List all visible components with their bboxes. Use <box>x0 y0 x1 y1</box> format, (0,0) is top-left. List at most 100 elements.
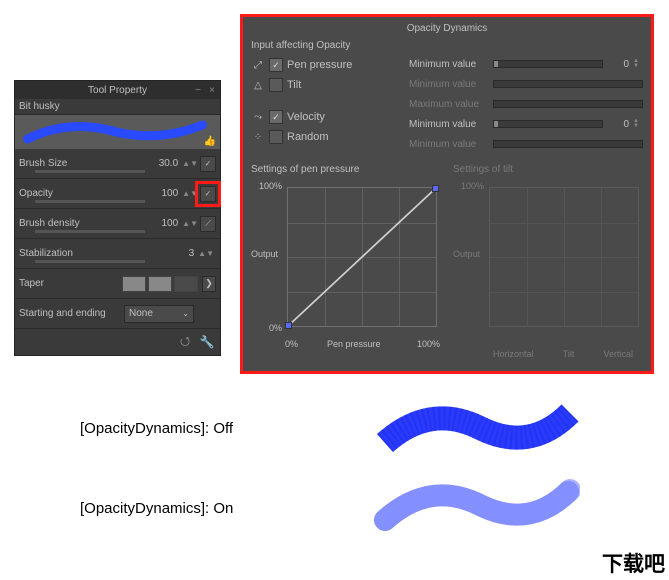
example-off: [OpacityDynamics]: Off <box>80 420 233 437</box>
lock-icon[interactable]: 👍 <box>204 136 216 147</box>
y-axis-label: Output <box>251 249 278 259</box>
dynamics-title: Opacity Dynamics <box>251 23 643 34</box>
x-left-label: 0% <box>285 339 298 349</box>
minimize-icon[interactable]: − <box>192 84 204 96</box>
spinner-icon[interactable]: ▲▼ <box>633 119 643 129</box>
taper-label: Taper <box>19 278 104 289</box>
example-on-label: [OpacityDynamics]: On <box>80 500 233 517</box>
random-row: ⁘ Random <box>251 127 401 147</box>
graph-grid <box>489 187 639 327</box>
tilt-checkbox[interactable] <box>269 78 283 92</box>
brush-density-label: Brush density <box>19 218 104 229</box>
brush-density-row: Brush density 100 ▲▼ ⟋ <box>15 209 220 239</box>
start-end-value: None <box>129 308 153 319</box>
input-section-label: Input affecting Opacity <box>251 40 401 51</box>
pen-pressure-min-slider[interactable] <box>493 60 603 68</box>
tilt-row: △ Tilt <box>251 75 401 95</box>
taper-start-button[interactable] <box>122 276 146 292</box>
panel-footer: ⭯ 🔧 <box>15 329 220 355</box>
curve-point-end[interactable] <box>432 185 439 192</box>
min-label: Minimum value <box>409 79 489 90</box>
close-icon[interactable]: × <box>206 84 218 96</box>
tool-property-panel: Tool Property − × Bit husky 👍 Brush Size… <box>14 80 221 356</box>
pen-pressure-min-row: Minimum value 0 ▲▼ <box>409 54 643 74</box>
velocity-min-value[interactable]: 0 <box>607 119 629 130</box>
brush-density-value[interactable]: 100 <box>138 218 178 229</box>
stroke-on-preview <box>370 475 580 545</box>
brush-size-slider[interactable] <box>35 170 145 173</box>
min-label: Minimum value <box>409 119 489 130</box>
opacity-dynamics-panel: Opacity Dynamics Input affecting Opacity… <box>240 14 654 374</box>
opacity-value[interactable]: 100 <box>138 188 178 199</box>
pen-pressure-checkbox[interactable] <box>269 58 283 72</box>
panel-title-bar: Tool Property − × <box>15 81 220 99</box>
start-end-select[interactable]: None ⌄ <box>124 305 194 323</box>
velocity-row: ⤳ Velocity <box>251 107 401 127</box>
brush-size-value[interactable]: 30.0 <box>138 158 178 169</box>
tilt-x-1: Tilt <box>563 349 575 359</box>
reset-icon[interactable]: ⭯ <box>176 333 194 351</box>
pen-pressure-min-value[interactable]: 0 <box>607 59 629 70</box>
stabilization-row: Stabilization 3 ▲▼ <box>15 239 220 269</box>
taper-expand-button[interactable]: ❯ <box>202 276 216 292</box>
y-top-label: 100% <box>259 181 282 191</box>
brush-density-slider[interactable] <box>35 230 145 233</box>
spinner-icon[interactable]: ▲▼ <box>198 249 214 258</box>
taper-end-button[interactable] <box>148 276 172 292</box>
graph-title: Settings of pen pressure <box>251 164 441 175</box>
tilt-min-slider <box>493 80 643 88</box>
y-top-label: 100% <box>461 181 484 191</box>
random-label: Random <box>287 131 329 143</box>
pen-pressure-graph: Settings of pen pressure 100% Output 0% … <box>251 164 441 359</box>
brush-preview: 👍 <box>15 115 220 149</box>
min-label: Minimum value <box>409 59 489 70</box>
opacity-row: Opacity 100 ▲▼ ✓ <box>15 179 220 209</box>
tilt-x-0: Horizontal <box>493 349 534 359</box>
brush-size-dynamics-toggle[interactable]: ✓ <box>200 156 216 172</box>
example-on: [OpacityDynamics]: On <box>80 500 233 517</box>
taper-both-button[interactable] <box>174 276 198 292</box>
taper-row: Taper ❯ <box>15 269 220 299</box>
opacity-dynamics-toggle[interactable]: ✓ <box>200 186 216 202</box>
opacity-slider[interactable] <box>35 200 145 203</box>
tilt-max-row: Maximum value <box>409 94 643 114</box>
x-axis-label: Pen pressure <box>327 339 381 349</box>
panel-title: Tool Property <box>88 85 147 96</box>
random-min-slider <box>493 140 643 148</box>
spinner-icon[interactable]: ▲▼ <box>182 159 198 168</box>
example-off-label: [OpacityDynamics]: Off <box>80 420 233 437</box>
tilt-max-slider <box>493 100 643 108</box>
graph-grid[interactable] <box>287 187 437 327</box>
velocity-checkbox[interactable] <box>269 110 283 124</box>
opacity-label: Opacity <box>19 188 104 199</box>
spinner-icon[interactable]: ▲▼ <box>182 189 198 198</box>
brush-name: Bit husky <box>15 99 220 115</box>
random-min-row: Minimum value <box>409 134 643 154</box>
stabilization-slider[interactable] <box>35 260 145 263</box>
tilt-icon: △ <box>251 80 265 91</box>
random-checkbox[interactable] <box>269 130 283 144</box>
stabilization-label: Stabilization <box>19 248 104 259</box>
velocity-min-slider[interactable] <box>493 120 603 128</box>
curve-point-start[interactable] <box>285 322 292 329</box>
watermark-text: 下载吧 <box>602 548 665 578</box>
min-label: Minimum value <box>409 139 489 150</box>
brush-size-label: Brush Size <box>19 158 104 169</box>
spinner-icon[interactable]: ▲▼ <box>182 219 198 228</box>
y-bot-label: 0% <box>269 323 282 333</box>
graph-title: Settings of tilt <box>453 164 643 175</box>
random-icon: ⁘ <box>251 132 265 143</box>
brush-size-row: Brush Size 30.0 ▲▼ ✓ <box>15 149 220 179</box>
spinner-icon[interactable]: ▲▼ <box>633 59 643 69</box>
stabilization-value[interactable]: 3 <box>154 248 194 259</box>
brush-density-dynamics-toggle[interactable]: ⟋ <box>200 216 216 232</box>
tilt-min-row: Minimum value <box>409 74 643 94</box>
start-end-row: Starting and ending None ⌄ <box>15 299 220 329</box>
pen-pressure-row: ⤢ Pen pressure <box>251 55 401 75</box>
velocity-min-row: Minimum value 0 ▲▼ <box>409 114 643 134</box>
pen-pressure-label: Pen pressure <box>287 59 352 71</box>
wrench-icon[interactable]: 🔧 <box>198 333 216 351</box>
tilt-graph: Settings of tilt 100% Output Horizontal … <box>453 164 643 359</box>
velocity-icon: ⤳ <box>251 112 265 123</box>
y-axis-label: Output <box>453 249 480 259</box>
